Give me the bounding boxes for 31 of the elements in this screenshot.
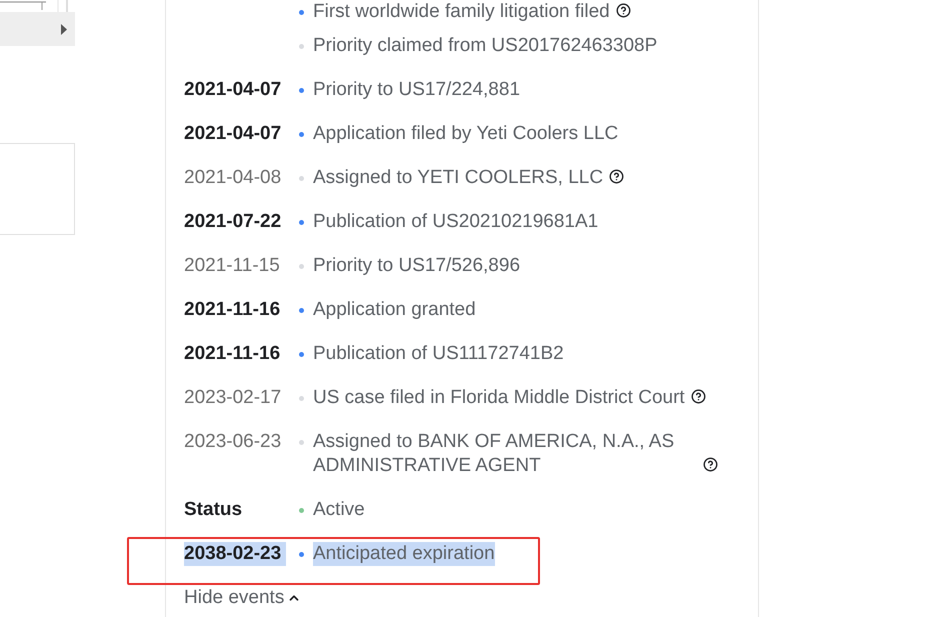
event-title: Publication of US20210219681A1 xyxy=(313,210,598,234)
event-date: 2021-11-16 xyxy=(184,298,282,322)
event-title: Assigned to YETI COOLERS, LLC xyxy=(313,166,604,190)
event-date: 2021-11-16 xyxy=(184,342,282,366)
event-date: 2021-04-07 xyxy=(184,122,282,146)
event-title: Anticipated expiration xyxy=(313,542,495,566)
event-title: Priority to US17/224,881 xyxy=(313,78,520,102)
help-icon[interactable] xyxy=(609,169,624,184)
drawing-thumbnail[interactable] xyxy=(0,0,68,12)
event-date: 2038-02-23 xyxy=(184,542,286,566)
event-title: Publication of US11172741B2 xyxy=(313,342,564,366)
event-date: 2023-02-17 xyxy=(184,386,282,410)
hide-events-button[interactable]: Hide events xyxy=(184,576,302,610)
event-date: 2021-11-15 xyxy=(184,254,281,278)
event-title: Active xyxy=(313,498,365,522)
event-title: Priority to US17/526,896 xyxy=(313,254,520,278)
status-label: Status xyxy=(184,498,244,522)
event-title: Application filed by Yeti Coolers LLC xyxy=(313,122,618,146)
event-title: Assigned to BANK OF AMERICA, N.A., AS ADMINISTRATIVE AGENT xyxy=(313,430,676,478)
event-title: First worldwide family litigation filed xyxy=(313,0,610,24)
event-title: Priority claimed from US201762463308P xyxy=(313,34,658,58)
event-date: 2023-06-23 xyxy=(184,430,282,454)
event-title: Application granted xyxy=(313,298,476,322)
event-date: 2021-07-22 xyxy=(184,210,282,234)
help-icon[interactable] xyxy=(616,3,631,18)
event-date: 2021-04-08 xyxy=(184,166,282,190)
help-icon[interactable] xyxy=(703,457,718,472)
triangle-right-icon[interactable] xyxy=(61,24,67,34)
event-title: US case filed in Florida Middle District Court xyxy=(313,386,685,410)
event-date: 2021-04-07 xyxy=(184,78,282,102)
help-icon[interactable] xyxy=(690,389,706,404)
